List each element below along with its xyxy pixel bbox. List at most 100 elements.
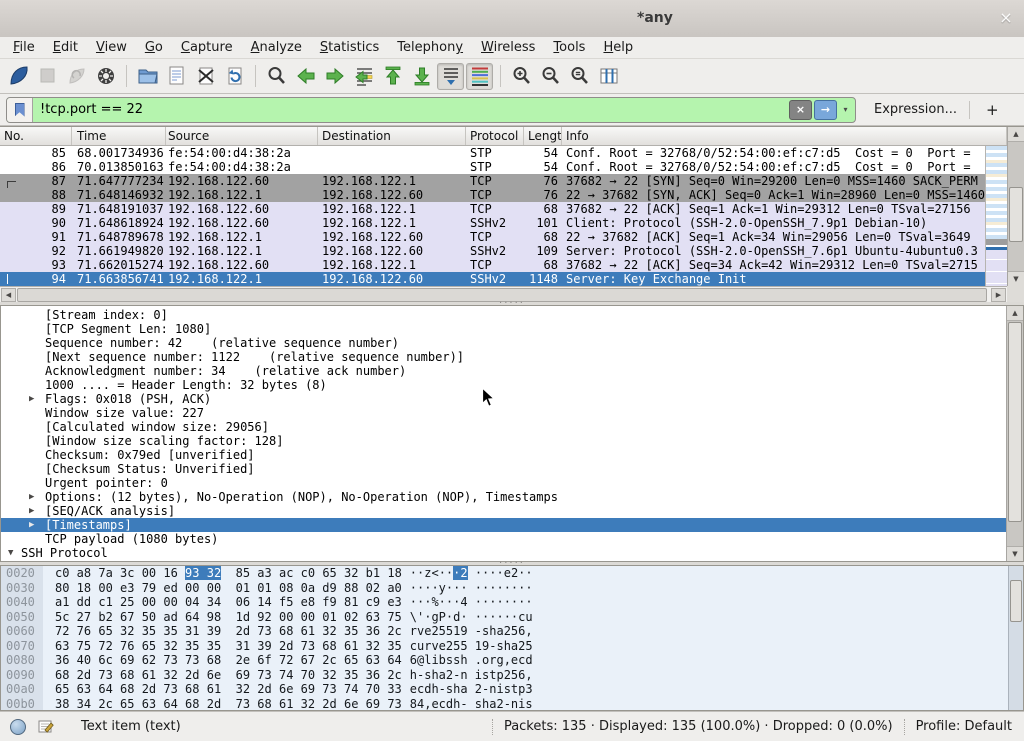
hex-vertical-scrollbar[interactable] — [1008, 566, 1023, 710]
scroll-right-arrow-icon[interactable]: ▶ — [991, 288, 1006, 302]
filter-clear-button[interactable]: × — [789, 100, 812, 120]
expand-arrow-icon[interactable]: ▶ — [29, 490, 41, 504]
packet-row-88[interactable]: 8871.648146932192.168.122.1192.168.122.6… — [0, 188, 985, 202]
packet-row-91[interactable]: 9171.648789678192.168.122.1192.168.122.6… — [0, 230, 985, 244]
detail-line[interactable]: [Calculated window size: 29056] — [1, 420, 1006, 434]
detail-line[interactable]: Sequence number: 42 (relative sequence n… — [1, 336, 1006, 350]
zoom-100-button[interactable] — [566, 63, 593, 90]
detail-line[interactable]: [Next sequence number: 1122 (relative se… — [1, 350, 1006, 364]
filter-dropdown-caret[interactable]: ▾ — [839, 101, 852, 119]
menu-go[interactable]: Go — [136, 38, 172, 57]
go-to-packet-button[interactable] — [350, 63, 377, 90]
profile-text[interactable]: Profile: Default — [916, 719, 1012, 734]
packet-list-vertical-scrollbar[interactable]: ▲ ▼ — [1007, 127, 1024, 286]
packet-row-85[interactable]: 8568.001734936fe:54:00:d4:38:2aSTP54Conf… — [0, 146, 985, 160]
auto-scroll-button[interactable] — [437, 63, 464, 90]
detail-line[interactable]: ▶Flags: 0x018 (PSH, ACK) — [1, 392, 1006, 406]
scroll-up-arrow-icon[interactable]: ▲ — [1007, 306, 1023, 321]
packet-row-86[interactable]: 8670.013850163fe:54:00:d4:38:2aSTP54Conf… — [0, 160, 985, 174]
add-filter-button[interactable]: + — [976, 100, 1009, 120]
filter-bookmark-button[interactable] — [7, 98, 33, 122]
resize-columns-button[interactable] — [595, 63, 622, 90]
display-filter-input[interactable]: !tcp.port == 22 — [33, 102, 789, 117]
reload-file-button[interactable] — [221, 63, 248, 90]
collapse-arrow-icon[interactable]: ▼ — [8, 546, 20, 560]
detail-line[interactable]: ▶[Timestamps] — [1, 518, 1006, 532]
hex-row-00b0[interactable]: 00b038 34 2c 65 63 64 68 2d 73 68 61 32 … — [1, 697, 1023, 712]
scrollbar-thumb[interactable] — [1008, 322, 1022, 522]
hex-row-0020[interactable]: 0020c0 a8 7a 3c 00 16 93 32 85 a3 ac c0 … — [1, 566, 1023, 581]
hex-row-0060[interactable]: 006072 76 65 32 35 35 31 39 2d 73 68 61 … — [1, 624, 1023, 639]
menu-edit[interactable]: Edit — [44, 38, 87, 57]
zoom-out-button[interactable] — [537, 63, 564, 90]
menu-wireless[interactable]: Wireless — [472, 38, 544, 57]
hex-row-0050[interactable]: 00505c 27 b2 67 50 ad 64 98 1d 92 00 00 … — [1, 610, 1023, 625]
menu-telephony[interactable]: Telephony — [388, 38, 472, 57]
detail-line[interactable]: Acknowledgment number: 34 (relative ack … — [1, 364, 1006, 378]
close-file-button[interactable] — [192, 63, 219, 90]
title-bar[interactable]: *any × — [0, 0, 1024, 38]
packet-row-92[interactable]: 9271.661949820192.168.122.1192.168.122.6… — [0, 244, 985, 258]
packet-row-89[interactable]: 8971.648191037192.168.122.60192.168.122.… — [0, 202, 985, 216]
packet-row-87[interactable]: 8771.647777234192.168.122.60192.168.122.… — [0, 174, 985, 188]
scroll-down-arrow-icon[interactable]: ▼ — [1008, 271, 1024, 286]
menu-capture[interactable]: Capture — [172, 38, 242, 57]
detail-line[interactable]: Urgent pointer: 0 — [1, 476, 1006, 490]
detail-line[interactable]: 1000 .... = Header Length: 32 bytes (8) — [1, 378, 1006, 392]
expression-button[interactable]: Expression... — [868, 99, 963, 120]
hex-row-00a0[interactable]: 00a065 63 64 68 2d 73 68 61 32 2d 6e 69 … — [1, 682, 1023, 697]
detail-line[interactable]: ▶[SEQ/ACK analysis] — [1, 504, 1006, 518]
go-back-button[interactable] — [292, 63, 319, 90]
find-packet-button[interactable] — [263, 63, 290, 90]
expand-arrow-icon[interactable]: ▶ — [29, 392, 41, 406]
column-header-length[interactable]: Length — [524, 127, 562, 145]
menu-statistics[interactable]: Statistics — [311, 38, 388, 57]
hex-row-0070[interactable]: 007063 75 72 76 65 32 35 35 31 39 2d 73 … — [1, 639, 1023, 654]
scroll-up-arrow-icon[interactable]: ▲ — [1008, 127, 1024, 142]
detail-line[interactable]: TCP payload (1080 bytes) — [1, 532, 1006, 546]
scroll-left-arrow-icon[interactable]: ◀ — [1, 288, 16, 302]
open-file-button[interactable] — [134, 63, 161, 90]
scrollbar-thumb[interactable] — [1009, 187, 1023, 242]
colorize-button[interactable] — [466, 63, 493, 90]
scrollbar-thumb[interactable] — [1010, 580, 1022, 622]
save-file-button[interactable] — [163, 63, 190, 90]
menu-file[interactable]: File — [4, 38, 44, 57]
column-header-time[interactable]: Time — [72, 127, 166, 145]
hex-row-0090[interactable]: 009068 2d 73 68 61 32 2d 6e 69 73 74 70 … — [1, 668, 1023, 683]
packet-row-94[interactable]: 9471.663856741192.168.122.1192.168.122.6… — [0, 272, 985, 286]
go-forward-button[interactable] — [321, 63, 348, 90]
hex-row-0080[interactable]: 008036 40 6c 69 62 73 73 68 2e 6f 72 67 … — [1, 653, 1023, 668]
detail-line[interactable]: [Checksum Status: Unverified] — [1, 462, 1006, 476]
column-header-source[interactable]: Source — [166, 127, 318, 145]
go-top-button[interactable] — [379, 63, 406, 90]
details-vertical-scrollbar[interactable]: ▲ ▼ — [1006, 306, 1023, 561]
go-bottom-button[interactable] — [408, 63, 435, 90]
column-header-protocol[interactable]: Protocol — [466, 127, 524, 145]
menu-view[interactable]: View — [87, 38, 136, 57]
close-window-button[interactable]: × — [996, 8, 1016, 28]
start-capture-button[interactable] — [5, 63, 32, 90]
packet-list-minimap[interactable] — [985, 146, 1007, 286]
filter-apply-button[interactable]: → — [814, 100, 837, 120]
hex-row-0030[interactable]: 003080 18 00 e3 79 ed 00 00 01 01 08 0a … — [1, 581, 1023, 596]
column-header-destination[interactable]: Destination — [318, 127, 466, 145]
column-header-no[interactable]: No. — [0, 127, 72, 145]
detail-line[interactable]: [Stream index: 0] — [1, 308, 1006, 322]
packet-row-93[interactable]: 9371.662015274192.168.122.60192.168.122.… — [0, 258, 985, 272]
hex-dump[interactable]: 0020c0 a8 7a 3c 00 16 93 32 85 a3 ac c0 … — [1, 566, 1023, 711]
expert-info-icon[interactable] — [10, 719, 26, 735]
menu-tools[interactable]: Tools — [544, 38, 594, 57]
menu-help[interactable]: Help — [594, 38, 642, 57]
detail-line[interactable]: [TCP Segment Len: 1080] — [1, 322, 1006, 336]
expand-arrow-icon[interactable]: ▶ — [29, 504, 41, 518]
menu-analyze[interactable]: Analyze — [242, 38, 311, 57]
scroll-down-arrow-icon[interactable]: ▼ — [1007, 546, 1023, 561]
zoom-in-button[interactable] — [508, 63, 535, 90]
expand-arrow-icon[interactable]: ▶ — [29, 518, 41, 532]
packet-row-90[interactable]: 9071.648618924192.168.122.60192.168.122.… — [0, 216, 985, 230]
capture-comment-button[interactable] — [37, 718, 55, 736]
column-header-info[interactable]: Info — [562, 127, 1007, 145]
detail-line[interactable]: [Window size scaling factor: 128] — [1, 434, 1006, 448]
capture-options-button[interactable] — [92, 63, 119, 90]
